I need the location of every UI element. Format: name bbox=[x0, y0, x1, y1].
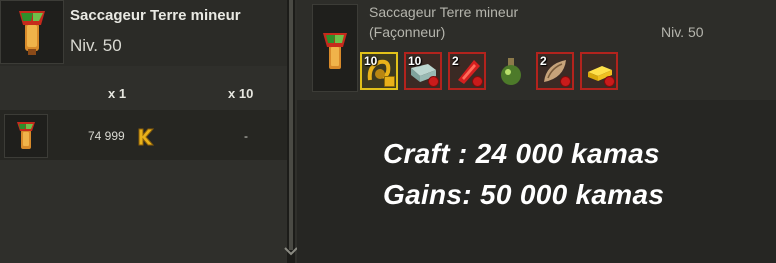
ingredient-slot-crystal[interactable]: 2 bbox=[448, 52, 486, 90]
potion-flask-icon bbox=[501, 58, 521, 85]
missing-icon bbox=[472, 76, 483, 87]
ingredient-slot-stone[interactable]: 10 bbox=[404, 52, 442, 90]
price-row[interactable]: 74 999 - bbox=[0, 110, 287, 160]
item-summary-panel: Saccageur Terre mineur Niv. 50 x 1 x 10 … bbox=[0, 0, 287, 263]
ingredient-qty: 10 bbox=[408, 54, 422, 68]
recipe-item-name: Saccageur Terre mineur bbox=[369, 4, 519, 20]
ingredient-slot-potion[interactable] bbox=[492, 52, 530, 90]
item-thumbnail[interactable] bbox=[0, 0, 64, 64]
item-level: Niv. 50 bbox=[70, 36, 122, 55]
recipe-profession: (Façonneur) bbox=[369, 24, 446, 40]
recipe-level: Niv. 50 bbox=[661, 24, 704, 40]
ingredient-slot-horn[interactable]: 10 bbox=[360, 52, 398, 90]
scroll-handle-icon[interactable] bbox=[284, 244, 298, 258]
ingredient-qty: 10 bbox=[364, 54, 378, 68]
recipe-item-thumbnail[interactable] bbox=[312, 4, 358, 92]
scrollbar-track[interactable] bbox=[289, 0, 293, 250]
earth-hammer-icon bbox=[17, 122, 35, 149]
ingredient-qty: 2 bbox=[452, 54, 459, 68]
warning-icon bbox=[384, 76, 395, 87]
row-item-thumbnail bbox=[4, 114, 48, 158]
missing-icon bbox=[604, 76, 615, 87]
earth-hammer-icon bbox=[323, 33, 347, 69]
column-header-x1: x 1 bbox=[108, 86, 127, 101]
recipe-header: Saccageur Terre mineur (Façonneur) Niv. … bbox=[297, 0, 776, 100]
ingredient-slot-gold[interactable] bbox=[580, 52, 618, 90]
column-header-x10: x 10 bbox=[228, 86, 254, 101]
gains-label: Gains: 50 000 kamas bbox=[383, 179, 665, 210]
missing-icon bbox=[560, 76, 571, 87]
item-name: Saccageur Terre mineur bbox=[70, 7, 241, 24]
price-x10: - bbox=[244, 129, 248, 143]
price-x1: 74 999 bbox=[88, 129, 125, 143]
craft-cost-label: Craft : 24 000 kamas bbox=[383, 138, 660, 169]
earth-hammer-icon bbox=[19, 11, 45, 55]
ingredient-qty: 2 bbox=[540, 54, 547, 68]
missing-icon bbox=[428, 76, 439, 87]
item-header: Saccageur Terre mineur Niv. 50 bbox=[0, 0, 287, 66]
recipe-panel: Saccageur Terre mineur (Façonneur) Niv. … bbox=[297, 0, 776, 263]
kama-icon bbox=[138, 128, 155, 146]
ingredient-slot-wing[interactable]: 2 bbox=[536, 52, 574, 90]
